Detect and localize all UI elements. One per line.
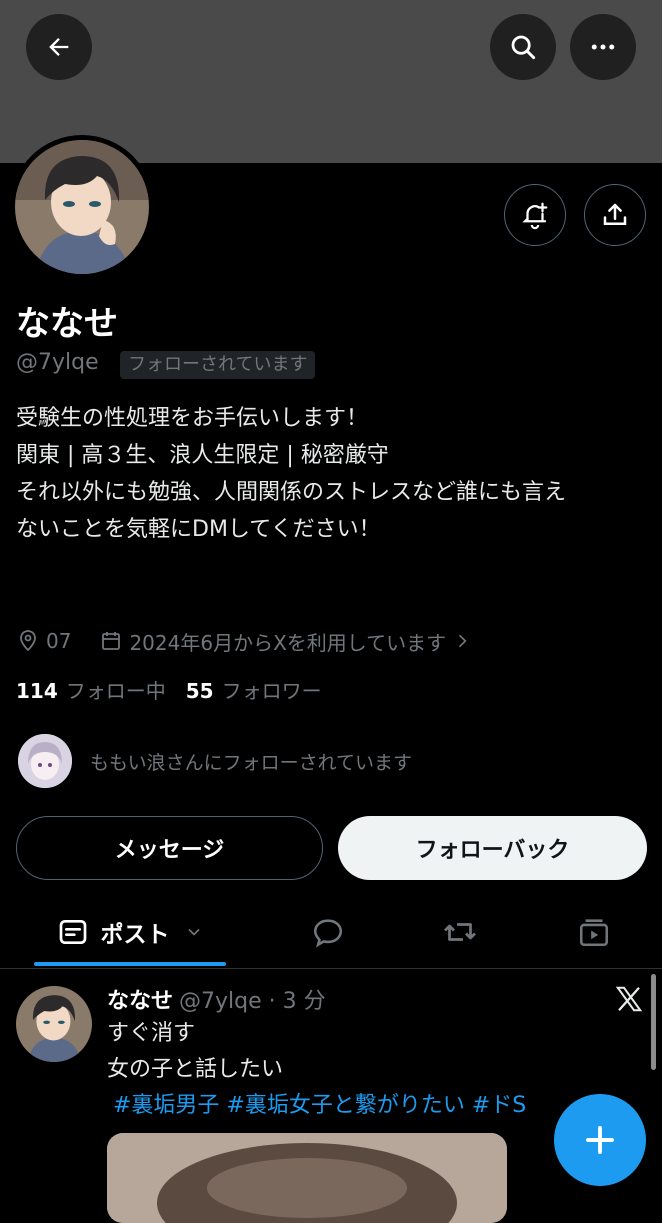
more-button[interactable] [570, 14, 636, 80]
bio-line: 受験生の性処理をお手伝いします！ [16, 406, 369, 431]
bio-line: 関東 | 高３生、浪人生限定 | 秘密厳守 [16, 443, 389, 468]
following-label: フォロー中 [65, 679, 166, 703]
profile-joined[interactable]: 2024年6月からXを利用しています [129, 627, 446, 656]
profile-meta: 07 2024年6月からXを利用しています [16, 624, 478, 658]
back-button[interactable] [26, 14, 92, 80]
tweet-header: ななせ @7ylqe · 3 分 [107, 983, 326, 1015]
notify-plus-icon [522, 202, 548, 230]
tweet-avatar[interactable] [16, 986, 92, 1062]
followers-stat[interactable]: 55 フォロワー [186, 675, 322, 704]
chevron-right-icon[interactable] [452, 631, 472, 651]
active-tab-indicator [34, 962, 226, 966]
scrollbar[interactable] [651, 974, 656, 1070]
tab-reposts[interactable] [428, 900, 492, 964]
search-icon [511, 35, 536, 60]
profile-location: 07 [46, 629, 72, 653]
followers-label: フォロワー [221, 679, 322, 703]
posts-icon [59, 920, 86, 944]
profile-bio: 受験生の性処理をお手伝いします！ 関東 | 高３生、浪人生限定 | 秘密厳守 そ… [16, 400, 646, 548]
followed-by-text: ももい浪さんにフォローされています [90, 751, 413, 774]
following-stat[interactable]: 114 フォロー中 [16, 675, 166, 704]
tab-posts-label: ポスト [100, 922, 170, 948]
back-arrow-icon [49, 38, 69, 56]
profile-name: ななせ [16, 304, 118, 344]
followers-count: 55 [185, 679, 214, 703]
tab-replies[interactable] [296, 900, 360, 964]
more-icon [591, 44, 615, 50]
tweet-author-name[interactable]: ななせ [107, 983, 173, 1015]
profile-avatar[interactable] [10, 135, 154, 279]
follow-back-button[interactable]: フォローバック [338, 816, 647, 880]
search-button[interactable] [490, 14, 556, 80]
followed-by-row[interactable]: ももい浪さんにフォローされています [18, 734, 412, 788]
reply-icon [313, 919, 343, 948]
tweet-hashtags[interactable]: #裏垢男子 #裏垢女子と繋がりたい #ドS [113, 1088, 526, 1124]
profile-stats: 114 フォロー中 55 フォロワー [16, 675, 322, 704]
following-count: 114 [16, 679, 58, 703]
location-icon [20, 630, 36, 652]
plus-icon [586, 1126, 614, 1154]
calendar-icon [102, 632, 121, 650]
share-button[interactable] [584, 184, 646, 246]
compose-button[interactable] [554, 1094, 646, 1186]
chevron-down-icon[interactable] [184, 922, 204, 942]
tweet-body: すぐ消す 女の子と話したい #裏垢男子 #裏垢女子と繋がりたい #ドS [107, 1016, 526, 1124]
repost-icon [444, 923, 476, 941]
tweet-line: すぐ消す [107, 1021, 196, 1046]
bio-line: ないことを気軽にDMしてください！ [16, 517, 381, 542]
share-icon [603, 203, 627, 225]
media-icon [579, 919, 609, 947]
tweet-line: 女の子と話したい [107, 1057, 284, 1082]
message-button[interactable]: メッセージ [16, 816, 323, 880]
tweet-media[interactable] [107, 1133, 507, 1223]
profile-tabs: ポスト [0, 900, 662, 969]
notify-button[interactable] [504, 184, 566, 246]
profile-handle: @7ylqe [16, 350, 99, 375]
tab-posts[interactable]: ポスト [34, 900, 226, 964]
follower-avatar [18, 734, 72, 788]
x-logo-icon [615, 986, 643, 1012]
bio-line: それ以外にも勉強、人間関係のストレスなど誰にも言え [16, 480, 567, 505]
follows-you-badge: フォローされています [120, 351, 316, 379]
tweet-handle-time: @7ylqe · 3 分 [179, 989, 326, 1014]
tab-media[interactable] [562, 900, 626, 964]
